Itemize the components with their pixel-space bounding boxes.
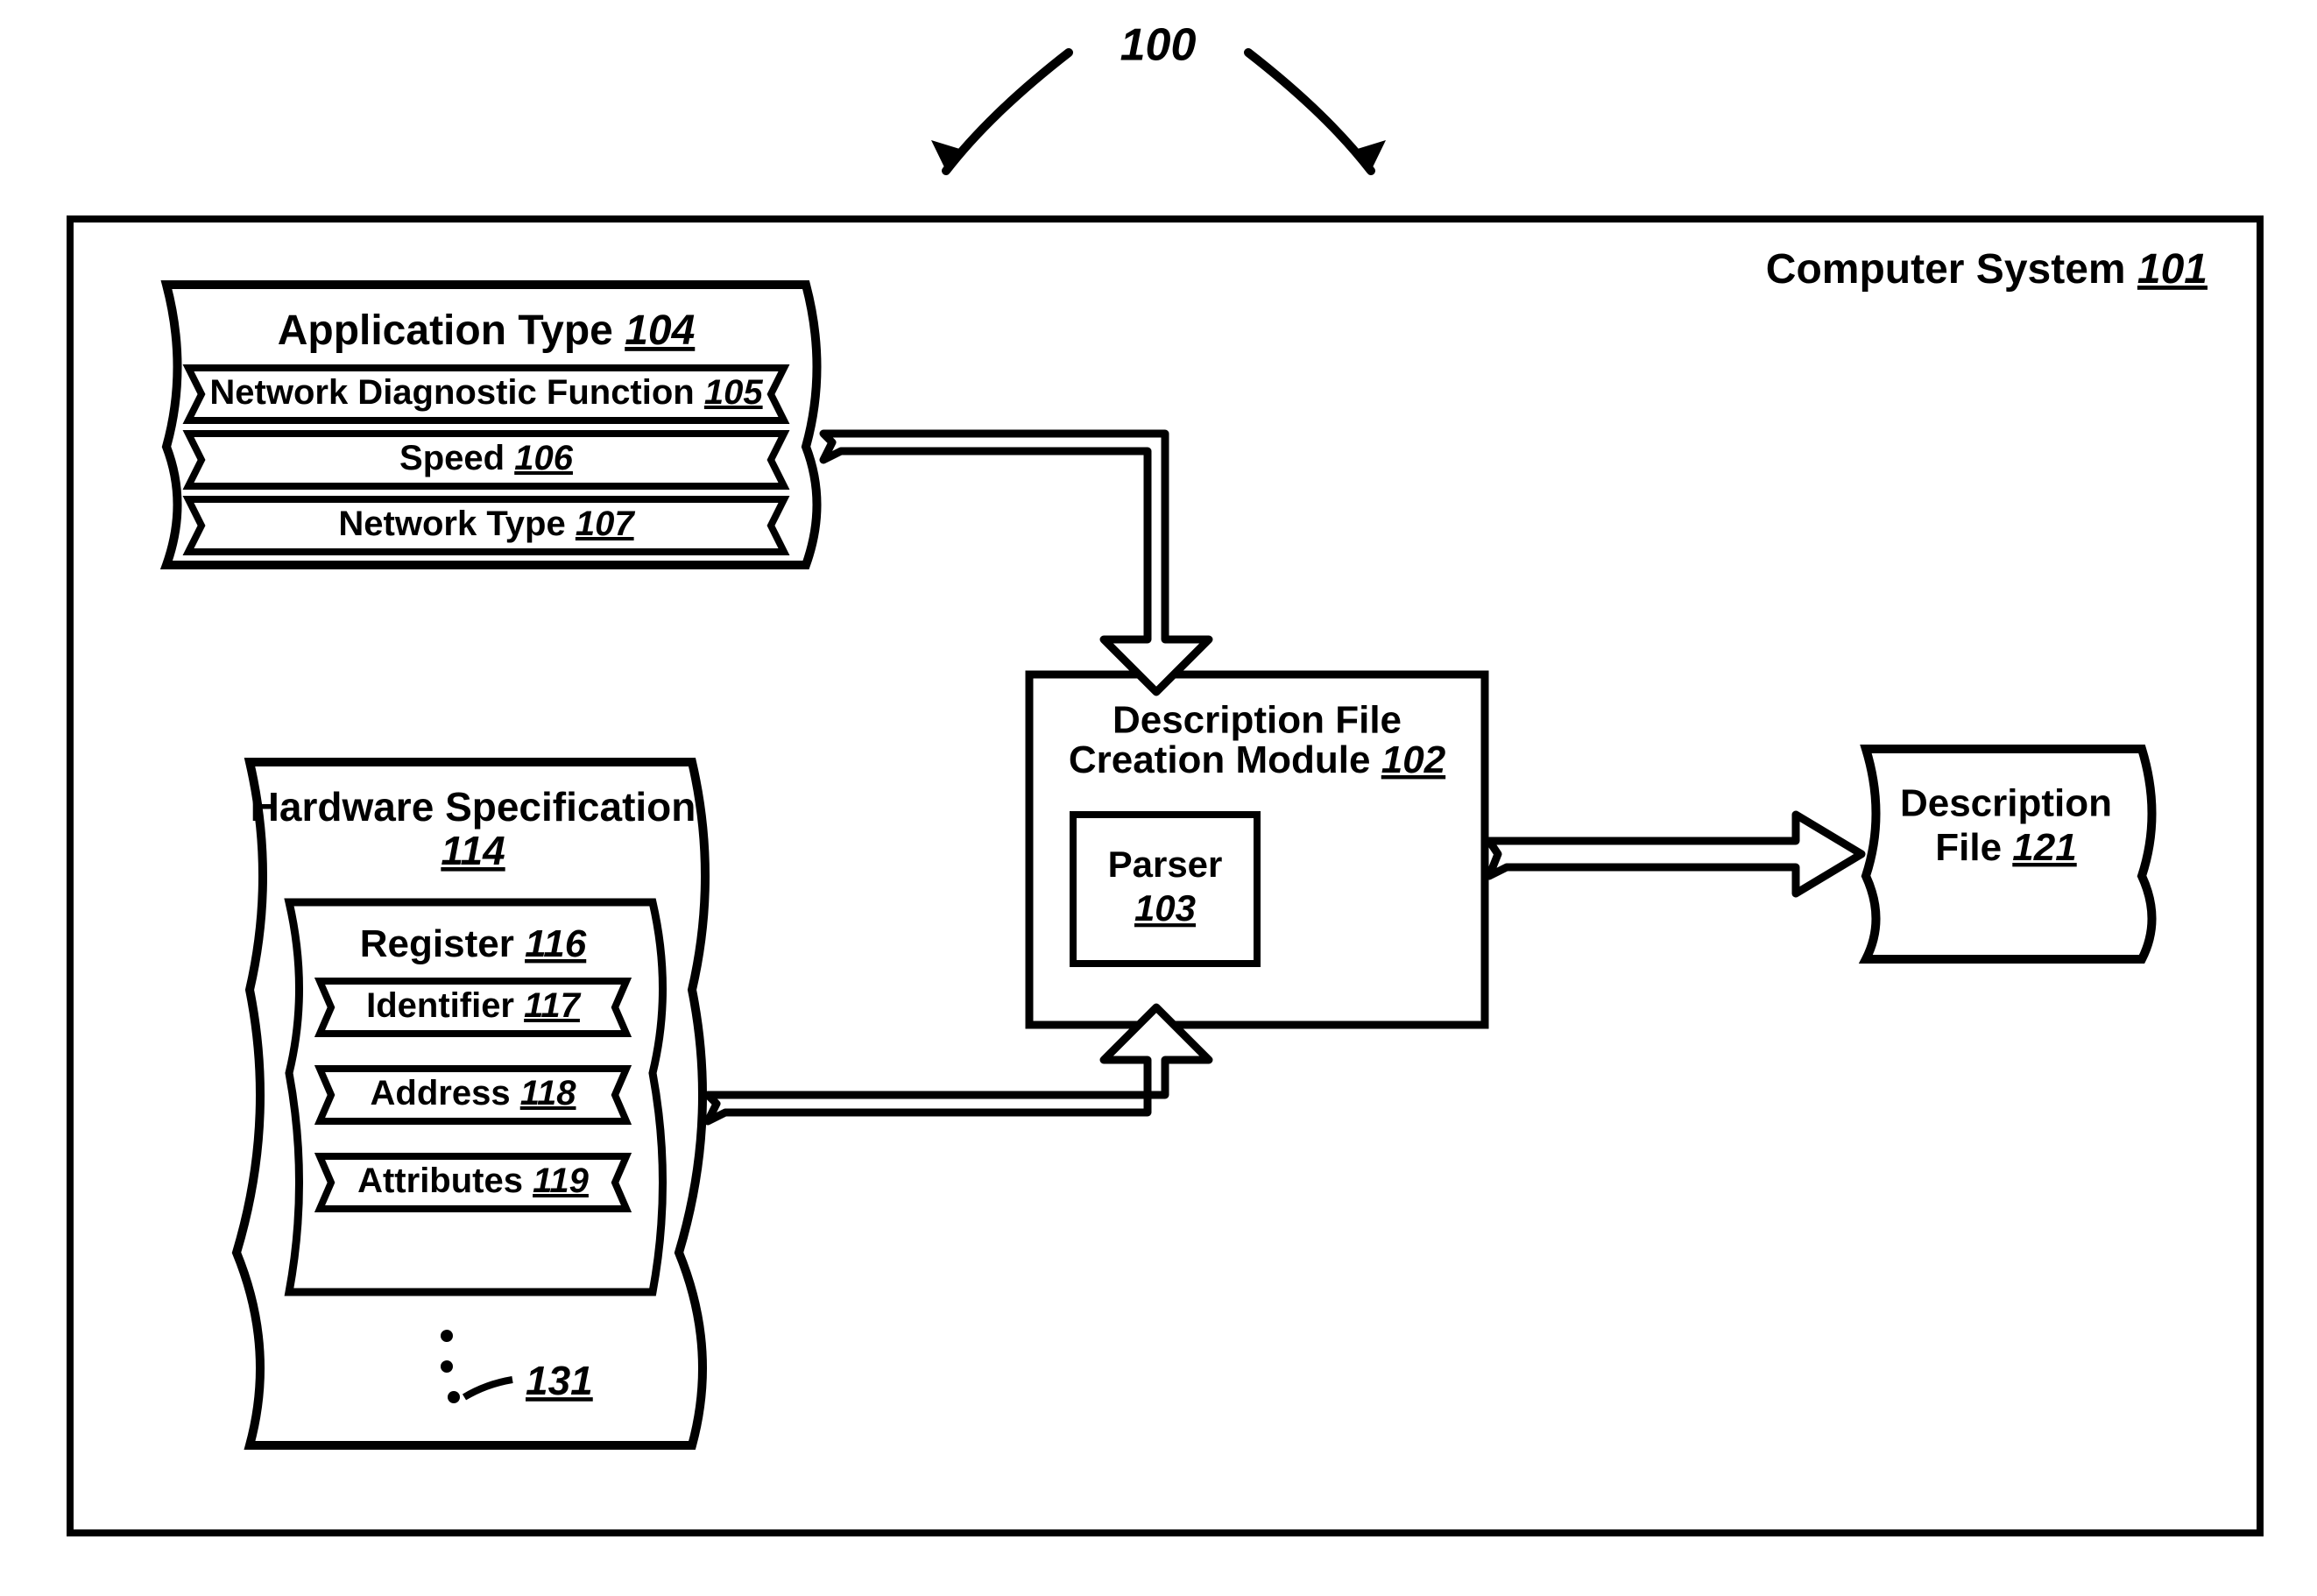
parser-label: Parser: [1108, 844, 1223, 885]
output-doc: Description File 121: [1866, 749, 2152, 959]
figure-label: 100: [1120, 20, 1197, 71]
app-type-item-2-num: 107: [576, 505, 635, 543]
output-num: 121: [2012, 826, 2076, 869]
module-box: Description File Creation Module 102 Par…: [1029, 674, 1485, 1025]
svg-text:Creation Module: Creation Module 102: [1069, 738, 1446, 781]
hw-spec-title: Hardware Specification: [251, 784, 696, 830]
module-title-num: 102: [1381, 738, 1446, 781]
svg-text:Identifier 1: Identifier 117: [366, 986, 582, 1025]
container-label: Computer System 101: [1766, 246, 2208, 293]
more-num: 131: [526, 1358, 593, 1403]
app-type-item-0-num: 105: [704, 373, 763, 412]
register-item-1: Address 118: [320, 1069, 626, 1121]
figure-label-arrows: 100: [931, 20, 1386, 171]
register-title: Register 116: [360, 922, 587, 965]
app-type-item-2: Network Type 107: [188, 499, 784, 552]
app-type-item-1: Speed 106: [188, 434, 784, 486]
app-type-item-1-num: 106: [514, 439, 573, 477]
arrow-app-to-module: [823, 434, 1209, 692]
arrow-module-to-output: [1489, 815, 1861, 893]
hw-spec-title-num: 114: [441, 828, 505, 873]
svg-text:File 121: File 121: [1935, 826, 2076, 869]
svg-text:Attributes 1: Attributes 119: [357, 1162, 590, 1200]
output-label-l2: File: [1935, 826, 2002, 869]
app-type-item-1-label: Speed: [399, 439, 505, 477]
arrow-hw-to-module: [708, 1007, 1209, 1121]
parser-num: 103: [1134, 887, 1196, 929]
app-type-item-0: Network Diagnostic Function 105: [188, 368, 784, 420]
svg-text:Network Diagnostic Function: Network Diagnostic Function 105: [209, 373, 763, 412]
register-item-0: Identifier 117: [320, 981, 626, 1034]
diagram-root: 100 Computer System 101 Application Type…: [0, 0, 2317, 1596]
svg-text:114: 114: [441, 828, 505, 873]
app-type-title: Application Type 104: [278, 307, 696, 354]
output-label-l1: Description: [1900, 782, 2112, 825]
app-type-item-0-label: Network Diagnostic Function: [209, 373, 694, 412]
svg-text:Network Type: Network Type 107: [338, 505, 635, 543]
module-title-l1: Description File: [1113, 699, 1402, 742]
register-item-2: Attributes 119: [320, 1156, 626, 1209]
svg-text:Address 118: Address 118: [371, 1074, 577, 1112]
app-type-item-2-label: Network Type: [338, 505, 565, 543]
hardware-spec-doc: Hardware Specification 114 Register 116 …: [237, 762, 705, 1445]
module-title-l2: Creation Module: [1069, 738, 1371, 781]
svg-text:Speed 106: Speed 106: [399, 439, 574, 477]
application-type-doc: Application Type 104 Network Diagnostic …: [166, 285, 817, 565]
